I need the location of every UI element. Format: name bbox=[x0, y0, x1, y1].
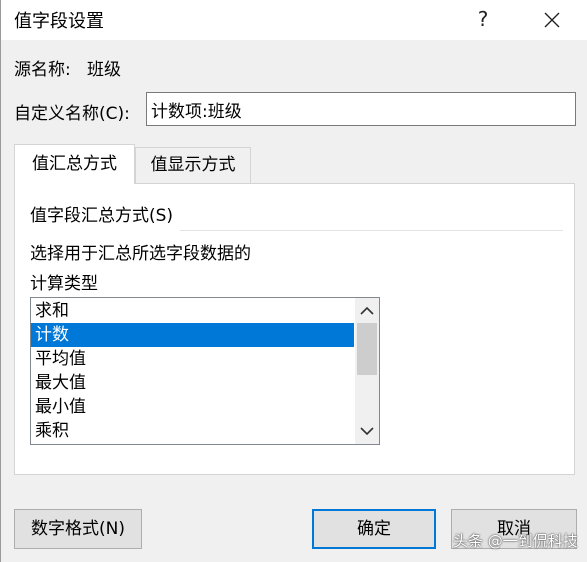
source-name-value: 班级 bbox=[87, 60, 121, 80]
chevron-up-icon bbox=[360, 306, 374, 315]
custom-name-label: 自定义名称(C): bbox=[14, 104, 130, 124]
list-scrollbar[interactable] bbox=[355, 298, 379, 444]
list-item-average[interactable]: 平均值 bbox=[31, 347, 354, 371]
number-format-button[interactable]: 数字格式(N) bbox=[14, 509, 142, 549]
scroll-thumb[interactable] bbox=[357, 323, 377, 375]
description-line-1: 选择用于汇总所选字段数据的 bbox=[30, 244, 251, 264]
tab-show-values-as[interactable]: 值显示方式 bbox=[135, 147, 251, 184]
tab-summarize-by[interactable]: 值汇总方式 bbox=[14, 144, 135, 184]
list-item-sum[interactable]: 求和 bbox=[31, 299, 354, 323]
list-item-count[interactable]: 计数 bbox=[31, 323, 354, 347]
close-button[interactable] bbox=[531, 0, 573, 40]
title-bar: 值字段设置 ? bbox=[1, 0, 587, 40]
list-item-product[interactable]: 乘积 bbox=[31, 419, 354, 443]
tab-panel-summarize: 值字段汇总方式(S) 选择用于汇总所选字段数据的 计算类型 求和 计数 平均值 … bbox=[14, 183, 575, 475]
source-name-label: 源名称: bbox=[14, 60, 71, 80]
help-button[interactable]: ? bbox=[463, 0, 503, 40]
value-field-settings-dialog: 值字段设置 ? 源名称: 班级 自定义名称(C): 值汇总方式 值显示方式 值字… bbox=[0, 0, 587, 562]
watermark-text: 头条 @一到侃科技 bbox=[453, 532, 578, 550]
group-title: 值字段汇总方式(S) bbox=[30, 206, 174, 226]
close-icon bbox=[544, 12, 560, 28]
ok-button[interactable]: 确定 bbox=[312, 509, 436, 549]
scroll-down-button[interactable] bbox=[355, 420, 379, 442]
chevron-down-icon bbox=[360, 427, 374, 436]
dialog-title: 值字段设置 bbox=[14, 11, 104, 32]
summary-function-list[interactable]: 求和 计数 平均值 最大值 最小值 乘积 bbox=[30, 297, 380, 445]
group-divider bbox=[180, 230, 563, 231]
scroll-up-button[interactable] bbox=[355, 300, 379, 322]
description-line-2: 计算类型 bbox=[30, 274, 98, 294]
list-item-min[interactable]: 最小值 bbox=[31, 395, 354, 419]
list-item-max[interactable]: 最大值 bbox=[31, 371, 354, 395]
custom-name-input[interactable] bbox=[146, 92, 576, 126]
